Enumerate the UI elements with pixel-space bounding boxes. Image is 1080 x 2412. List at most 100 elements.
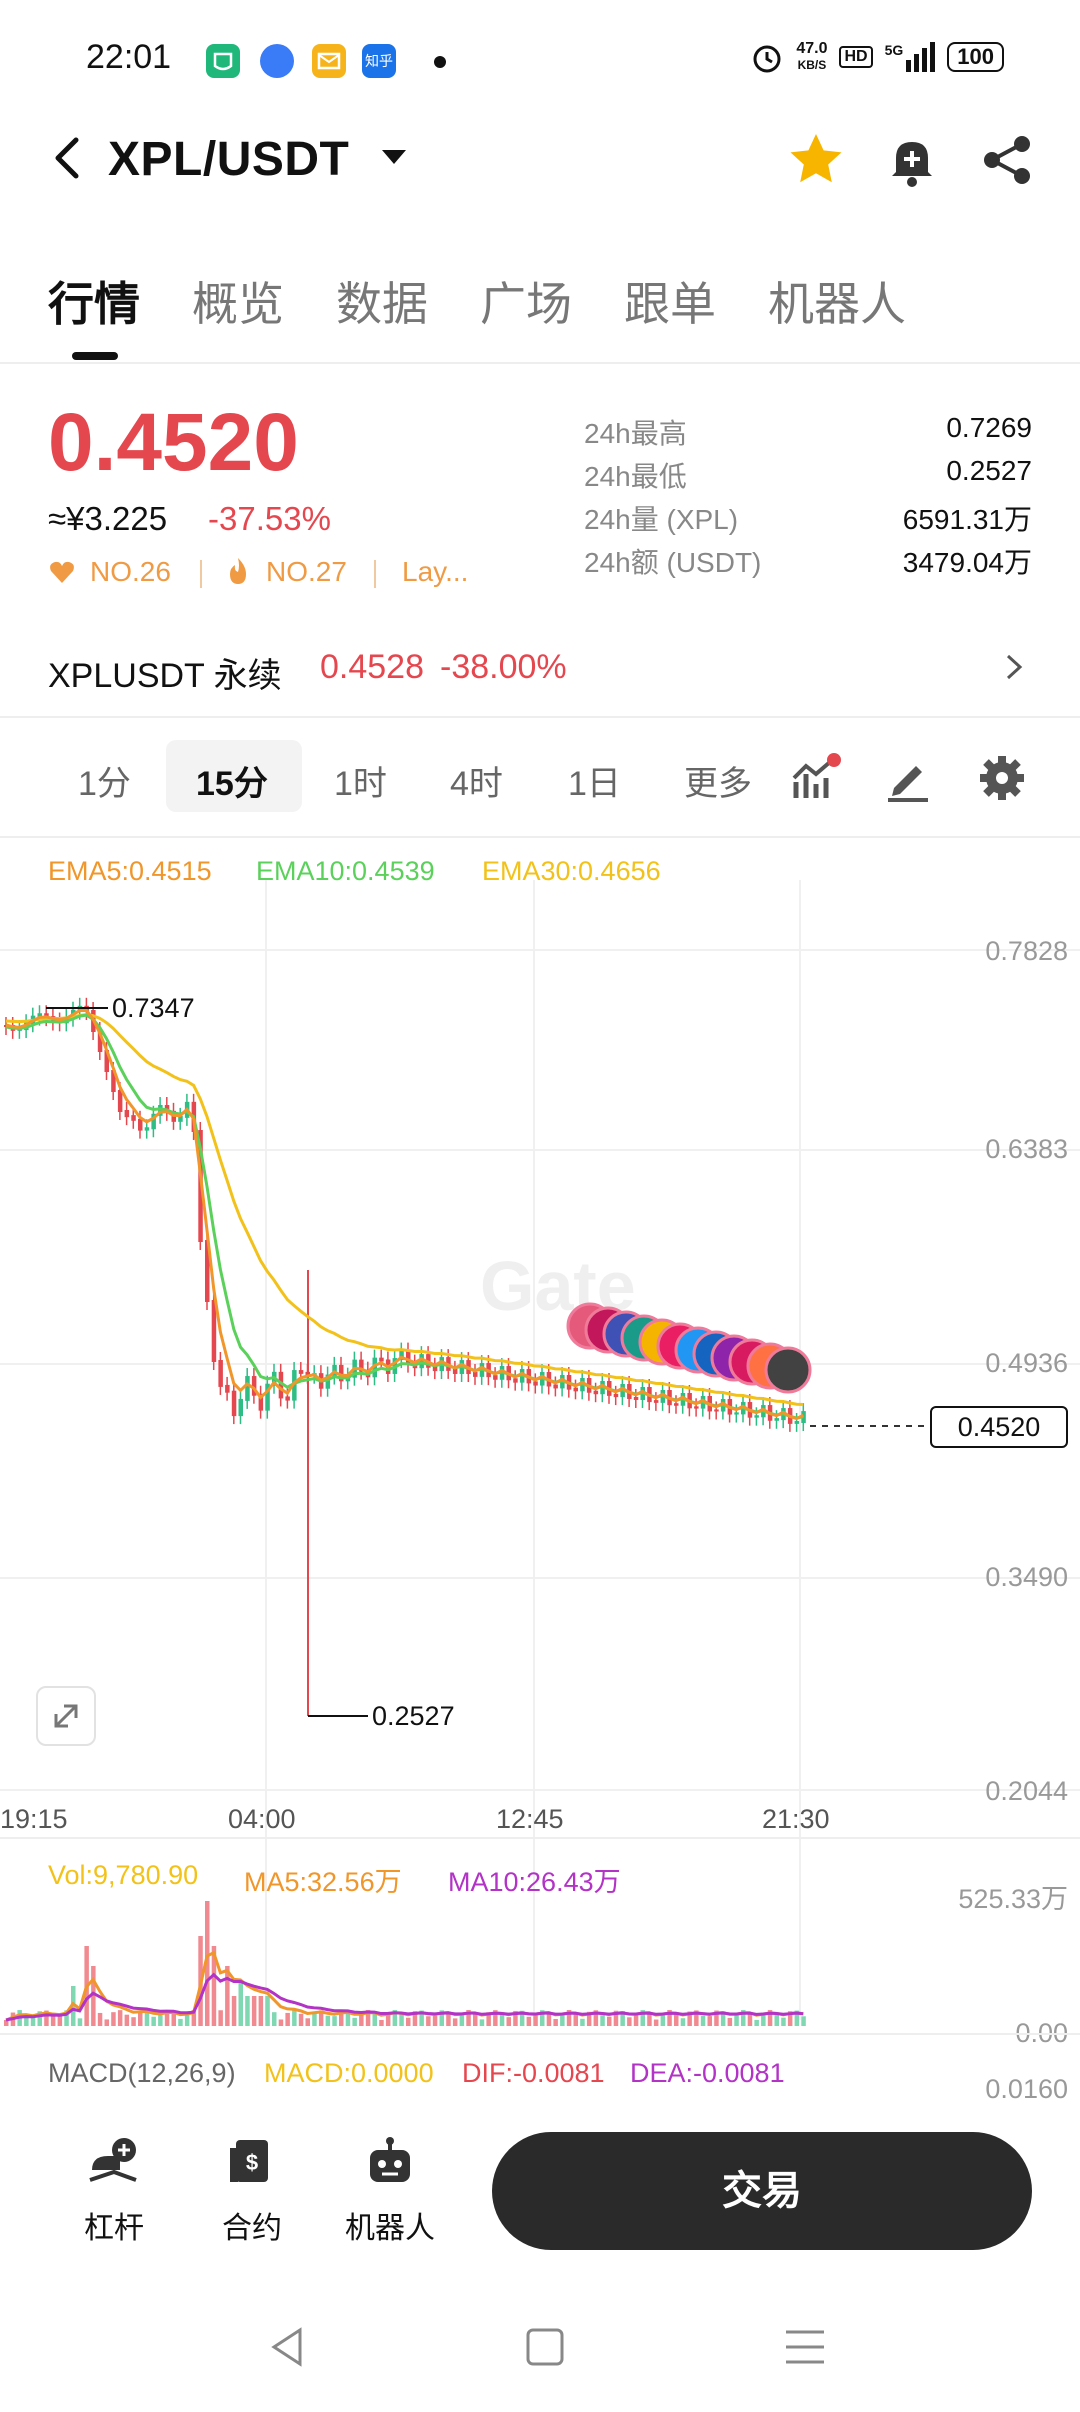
volume-bar	[680, 2018, 686, 2026]
y-axis-label: 0.4936	[985, 1348, 1068, 1378]
macd-legend: MACD(12,26,9)	[48, 2058, 236, 2088]
volume-bar	[674, 2013, 679, 2026]
rank-badge[interactable]: NO.26	[90, 556, 171, 588]
volume-bar	[238, 1981, 243, 2026]
expand-chart-button[interactable]	[36, 1686, 96, 1746]
interval-15m[interactable]: 15分	[196, 756, 268, 805]
candle	[231, 1390, 237, 1417]
price-chart[interactable]: Gate 0.7347 0.2527 0.7828 0.6383 0.4936 …	[0, 840, 1080, 2100]
star-icon[interactable]	[786, 130, 846, 190]
indicator-icon[interactable]	[790, 752, 842, 804]
chevron-down-icon[interactable]	[382, 150, 406, 164]
fire-icon	[230, 558, 246, 584]
avatar-cluster[interactable]	[566, 1302, 812, 1394]
y-axis-label: 0.7828	[985, 936, 1068, 966]
divider	[0, 836, 1080, 838]
candle	[138, 1118, 143, 1131]
divider	[0, 362, 1080, 364]
candle	[452, 1368, 458, 1374]
volume-bar	[117, 2010, 123, 2026]
nav-menu-icon[interactable]	[782, 2324, 828, 2370]
signal-icon: 5G	[885, 42, 936, 72]
share-icon[interactable]	[978, 130, 1038, 190]
tab-data[interactable]: 数据	[336, 268, 428, 334]
vol-ma10-line	[5, 1972, 804, 2022]
stat-label: 24h最低	[584, 461, 687, 492]
leverage-button[interactable]: 杠杆	[64, 2136, 164, 2247]
volume-bar	[231, 1996, 237, 2026]
interval-1h[interactable]: 1时	[334, 756, 387, 805]
nav-home-icon[interactable]	[522, 2324, 568, 2370]
candle	[694, 1406, 699, 1409]
draw-icon[interactable]	[882, 752, 934, 804]
volume-bar	[727, 2017, 733, 2026]
volume-bar	[50, 2016, 56, 2026]
volume-bar	[607, 2016, 612, 2026]
volume-bar	[399, 2014, 404, 2026]
tab-overview[interactable]: 概览	[192, 268, 284, 334]
tab-market[interactable]: 行情	[48, 268, 140, 334]
candle	[653, 1400, 659, 1403]
nav-back-icon[interactable]	[264, 2324, 310, 2370]
interval-more[interactable]: 更多	[684, 756, 752, 805]
stat-label: 24h额 (USDT)	[584, 547, 762, 578]
robot-button[interactable]: 机器人	[340, 2136, 440, 2247]
back-icon[interactable]	[48, 130, 88, 186]
candle	[379, 1357, 384, 1362]
volume-bar	[251, 1996, 257, 2026]
tab-square[interactable]: 广场	[480, 268, 572, 334]
stat-label: 24h最高	[584, 418, 687, 449]
pair-title[interactable]: XPL/USDT	[108, 132, 349, 187]
candle	[131, 1115, 136, 1121]
volume-bar	[111, 2012, 116, 2026]
volume-bar	[526, 2016, 532, 2026]
vol-legend: Vol:9,780.90	[48, 1860, 199, 1890]
perpetual-name[interactable]: XPLUSDT 永续	[48, 648, 282, 697]
volume-bar	[499, 2014, 505, 2026]
chevron-right-icon[interactable]	[998, 652, 1028, 682]
volume-bar	[178, 2018, 183, 2026]
active-tab-indicator	[72, 352, 118, 360]
dea-value: DEA:-0.0081	[630, 2058, 785, 2088]
app-notification-icon	[260, 44, 294, 78]
interval-1m[interactable]: 1分	[78, 756, 131, 805]
volume-bar	[77, 2018, 83, 2026]
volume-bar	[332, 2016, 337, 2026]
volume-bar	[734, 2014, 739, 2026]
candle	[613, 1393, 619, 1398]
mail-icon	[312, 44, 346, 78]
bell-plus-icon[interactable]	[882, 130, 942, 190]
candle	[714, 1409, 719, 1412]
trade-button[interactable]: 交易	[492, 2132, 1032, 2250]
y-axis-label: 0.2044	[985, 1776, 1068, 1806]
network-speed: 47.0 KB/S	[796, 40, 828, 73]
tab-copy-trade[interactable]: 跟单	[624, 268, 716, 334]
gear-icon[interactable]	[976, 752, 1028, 804]
divider	[200, 560, 202, 588]
divider	[0, 716, 1080, 718]
contract-button[interactable]: $ 合约	[202, 2136, 302, 2247]
stat-value: 0.7269	[946, 412, 1032, 443]
stat-label: 24h量 (XPL)	[584, 504, 739, 535]
zhihu-icon: 知乎	[362, 44, 396, 78]
app-notification-icon	[206, 44, 240, 78]
rank-badge[interactable]: Lay...	[402, 556, 468, 588]
volume-bar	[97, 2012, 103, 2026]
volume-bar	[801, 2016, 806, 2026]
volume-bar	[104, 2019, 109, 2026]
status-time: 22:01	[86, 38, 172, 76]
candle	[225, 1384, 230, 1393]
volume-bar	[754, 2019, 759, 2026]
interval-4h[interactable]: 4时	[450, 756, 503, 805]
tab-bot[interactable]: 机器人	[768, 268, 906, 334]
rank-badge[interactable]: NO.27	[266, 556, 347, 588]
volume-bar	[292, 2010, 297, 2026]
candle	[734, 1412, 739, 1415]
volume-bar	[265, 1996, 270, 2026]
volume-bar	[573, 2013, 578, 2026]
y-axis-label: 0.6383	[985, 1134, 1068, 1164]
candle	[238, 1398, 243, 1417]
volume-bar	[600, 2015, 605, 2026]
interval-1d[interactable]: 1日	[568, 756, 621, 805]
volume-bar	[158, 2015, 163, 2026]
